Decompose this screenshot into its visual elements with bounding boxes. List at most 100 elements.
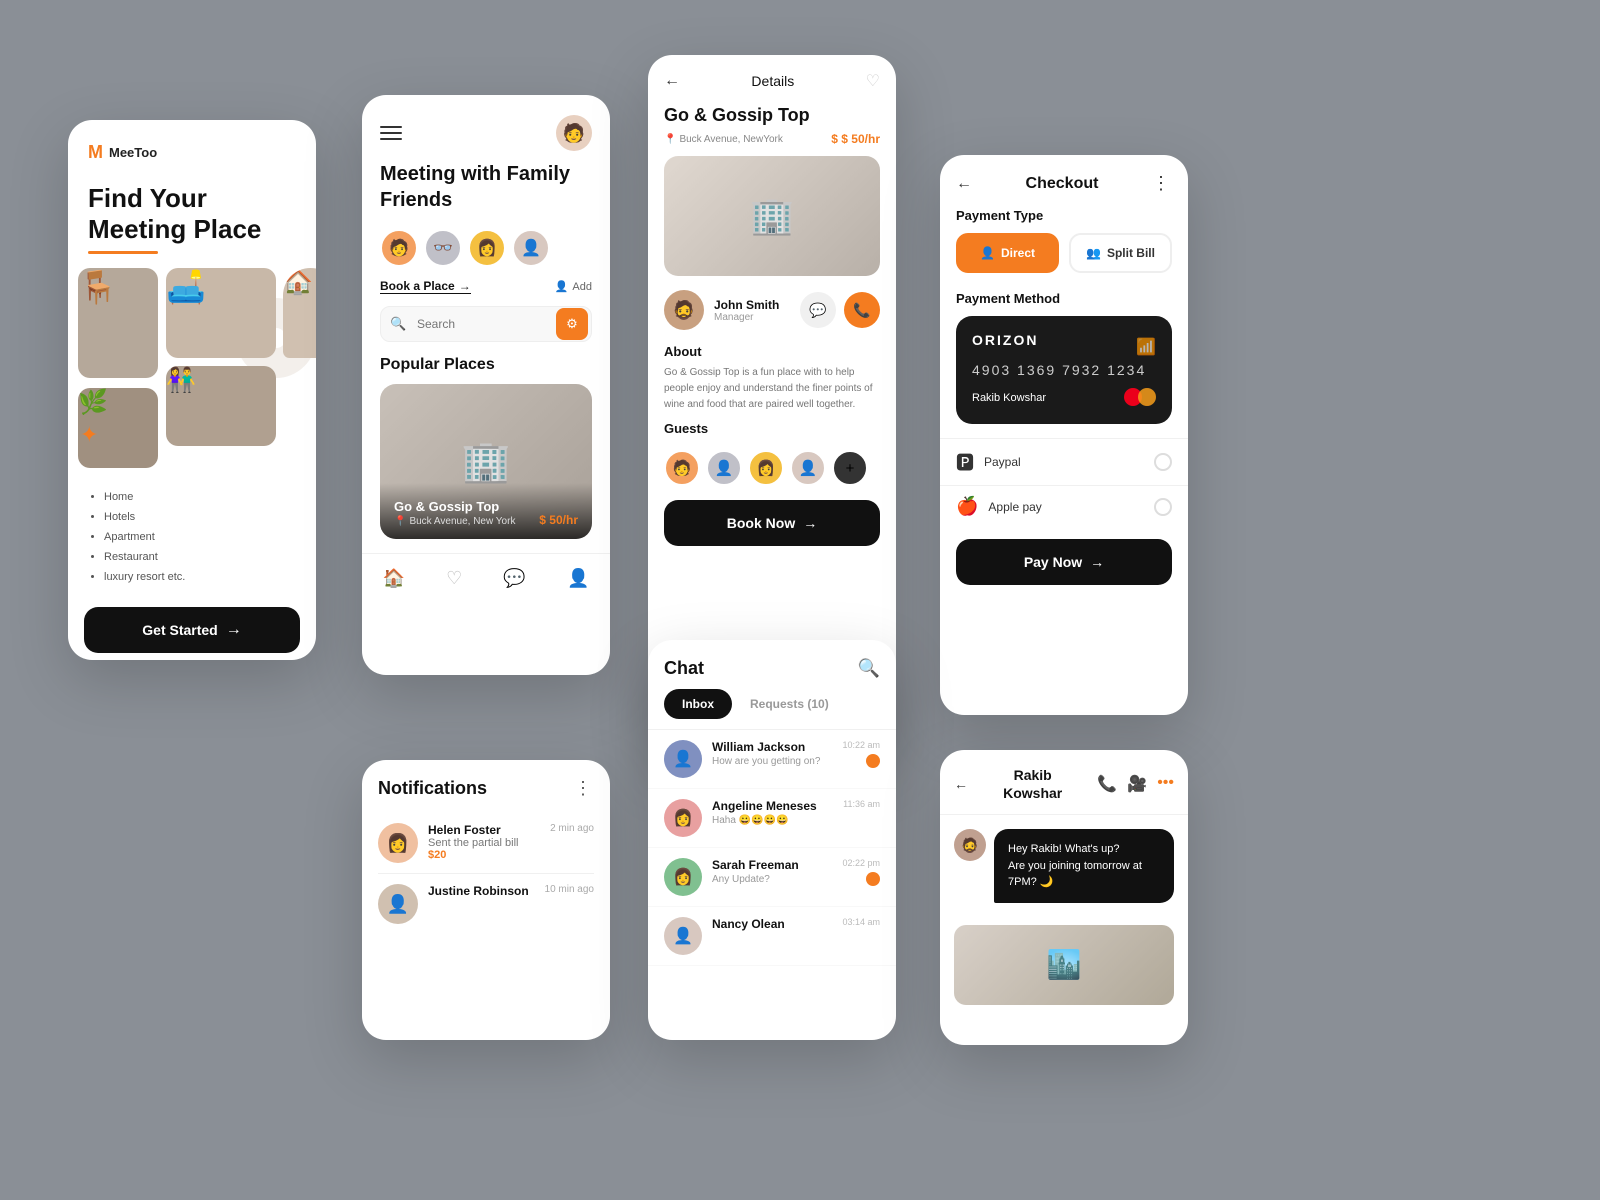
nav-favorites[interactable]: ♡ (446, 568, 462, 589)
book-section: Book a Place → 👤 Add (362, 279, 610, 306)
user-avatar[interactable]: 🧑 (556, 115, 592, 151)
tab-inbox[interactable]: Inbox (664, 689, 732, 719)
call-button[interactable]: 📞 (844, 292, 880, 328)
payment-method-label: Payment Method (940, 291, 1188, 316)
arrow-icon: → (803, 515, 817, 531)
app-header: 🧑 (362, 95, 610, 161)
manager-avatar: 🧔 (664, 290, 704, 330)
guest-2: 👓 (424, 229, 462, 267)
guest-avatars: 🧑 👓 👩 👤 (362, 229, 610, 279)
notif-time-1: 2 min ago (550, 823, 594, 834)
notif-content-2: Justine Robinson (428, 884, 531, 898)
card-footer: Rakib Kowshar (972, 388, 1156, 408)
book-now-button[interactable]: Book Now → (664, 500, 880, 546)
chat-time-1: 10:22 am (842, 740, 880, 750)
phone-icon[interactable]: 📞 (1097, 774, 1117, 794)
menu-item-apartment[interactable]: Apartment (104, 528, 296, 548)
meeting-title: Meeting with Family Friends (362, 161, 610, 229)
video-icon[interactable]: 🎥 (1127, 774, 1147, 794)
message-area: 🧔 Hey Rakib! What's up? Are you joining … (940, 815, 1188, 925)
person-icon: 👤 (555, 280, 569, 293)
chat-time-3: 02:22 pm (842, 858, 880, 868)
notif-time-2: 10 min ago (545, 884, 594, 895)
chat-avatar-4: 👤 (664, 917, 702, 955)
more-options-icon[interactable]: ••• (1157, 774, 1174, 794)
back-button[interactable]: ← (664, 72, 680, 90)
guest-4: 👤 (512, 229, 550, 267)
message-button[interactable]: 💬 (800, 292, 836, 328)
menu-item-restaurant[interactable]: Restaurant (104, 548, 296, 568)
search-icon: 🔍 (390, 316, 406, 332)
direct-button[interactable]: 👤 Direct (956, 233, 1059, 273)
chat-item-2[interactable]: 👩 Angeline Meneses Haha 😀😀😀😀 11:36 am (648, 789, 896, 848)
chat-item-3[interactable]: 👩 Sarah Freeman Any Update? 02:22 pm (648, 848, 896, 907)
hamburger-menu[interactable] (380, 126, 402, 140)
contact-info: Rakib Kowshar (1003, 766, 1062, 802)
pay-now-button[interactable]: Pay Now → (956, 539, 1172, 585)
get-started-button[interactable]: Get Started → (84, 607, 300, 653)
favorite-icon[interactable]: ♡ (866, 71, 880, 91)
add-guest-button[interactable]: 👤 Add (555, 280, 592, 293)
chat-item-1[interactable]: 👤 William Jackson How are you getting on… (648, 730, 896, 789)
guest-2: 👤 (706, 450, 742, 486)
guest-add[interactable]: + (832, 450, 868, 486)
logo-text: MeeToo (109, 145, 157, 160)
arrow-icon: → (226, 621, 242, 639)
bottom-nav: 🏠 ♡ 💬 👤 (362, 553, 610, 599)
paypal-radio[interactable] (1154, 453, 1172, 471)
sender-avatar: 🧔 (954, 829, 986, 861)
hero-image: 🏢 (664, 156, 880, 276)
place-card[interactable]: 🏢 Go & Gossip Top 📍 Buck Avenue, New Yor… (380, 384, 592, 539)
payment-type-selector: 👤 Direct 👥 Split Bill (940, 233, 1188, 291)
guest-1: 🧑 (380, 229, 418, 267)
logo-icon: M (88, 142, 103, 163)
menu-item-hotels[interactable]: Hotels (104, 508, 296, 528)
notif-avatar-1: 👩 (378, 823, 418, 863)
apple-pay-option[interactable]: 🍎 Apple pay (940, 485, 1188, 527)
more-options-icon[interactable]: ⋮ (1152, 173, 1172, 194)
split-icon: 👥 (1086, 246, 1101, 260)
place-overlay: Go & Gossip Top 📍 Buck Avenue, New York … (380, 483, 592, 539)
headline-underline (88, 251, 158, 254)
collage-img-1: 🪑 (78, 268, 158, 378)
apple-icon: 🍎 (956, 496, 978, 517)
checkout-header: ← Checkout ⋮ (940, 155, 1188, 208)
nav-home[interactable]: 🏠 (383, 568, 405, 589)
paypal-option[interactable]: 🅿 Paypal (940, 438, 1188, 485)
about-section: About Go & Gossip Top is a fun place wit… (648, 344, 896, 421)
menu-item-home[interactable]: Home (104, 488, 296, 508)
back-button[interactable]: ← (956, 175, 972, 193)
place-meta: 📍 Buck Avenue, NewYork $ $ 50/hr (648, 130, 896, 156)
tab-requests[interactable]: Requests (10) (732, 689, 847, 719)
manager-section: 🧔 John Smith Manager 💬 📞 (648, 290, 896, 344)
book-place-link[interactable]: Book a Place → (380, 279, 471, 294)
notification-2: 👤 Justine Robinson 10 min ago (362, 874, 610, 934)
chat-item-4[interactable]: 👤 Nancy Olean 03:14 am (648, 907, 896, 966)
place-info: Go & Gossip Top 📍 Buck Avenue, New York (394, 499, 515, 527)
menu-item-resort[interactable]: luxury resort etc. (104, 568, 296, 588)
more-options-icon[interactable]: ⋮ (574, 778, 594, 799)
credit-card[interactable]: ORIZON 📶 4903 1369 7932 1234 Rakib Kowsh… (956, 316, 1172, 424)
apple-pay-radio[interactable] (1154, 498, 1172, 516)
headline-text: Find Your Meeting Place (88, 183, 296, 245)
dollar-icon: $ (831, 132, 838, 146)
pin-icon: 📍 (664, 134, 676, 145)
paypal-icon: 🅿 (956, 449, 974, 475)
place-title: Go & Gossip Top (648, 101, 896, 130)
nav-profile[interactable]: 👤 (567, 568, 589, 589)
guest-3: 👩 (468, 229, 506, 267)
back-button[interactable]: ← (954, 776, 968, 792)
collage-img-5: 👫 (166, 366, 276, 446)
chat-tabs: Inbox Requests (10) (648, 689, 896, 730)
chat-header: Chat 🔍 (648, 640, 896, 689)
chat-avatar-2: 👩 (664, 799, 702, 837)
filter-button[interactable]: ⚙ (556, 308, 588, 340)
popular-places-title: Popular Places (362, 356, 610, 384)
unread-badge-3 (866, 872, 880, 886)
split-bill-button[interactable]: 👥 Split Bill (1069, 233, 1172, 273)
place-location: 📍 Buck Avenue, New York (394, 516, 515, 527)
call-header: ← Rakib Kowshar 📞 🎥 ••• (940, 750, 1188, 815)
search-icon[interactable]: 🔍 (858, 658, 880, 679)
screen-chat: Chat 🔍 Inbox Requests (10) 👤 William Jac… (648, 640, 896, 1040)
nav-chat[interactable]: 💬 (503, 568, 525, 589)
